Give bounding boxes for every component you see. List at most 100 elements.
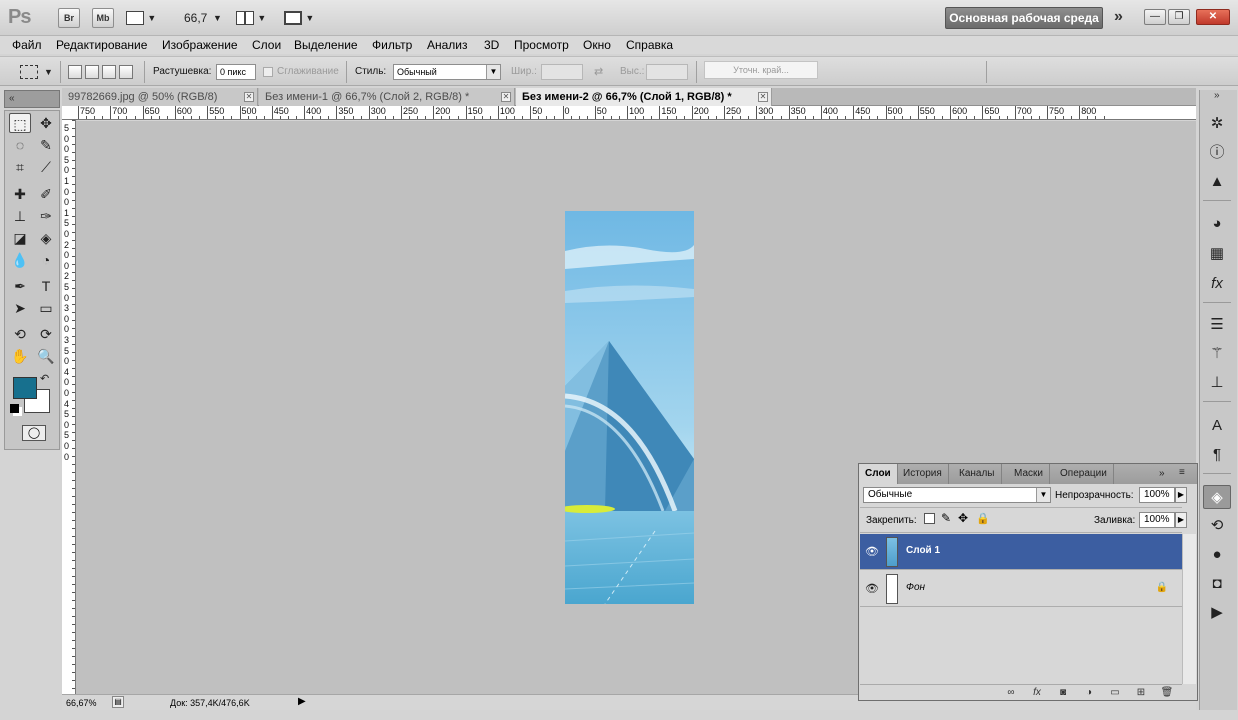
eye-icon[interactable]: 👁: [864, 581, 880, 597]
fill-input[interactable]: 100%: [1139, 512, 1175, 528]
menu-analysis[interactable]: Анализ: [427, 36, 468, 54]
tab-history[interactable]: История: [897, 464, 949, 484]
lock-pixels-icon[interactable]: ✎: [941, 511, 951, 525]
clone-source-icon[interactable]: ⊥: [1203, 371, 1231, 395]
arrange-documents-button[interactable]: ▼: [236, 10, 270, 26]
close-icon[interactable]: ✕: [244, 92, 254, 102]
height-input[interactable]: [646, 64, 688, 80]
quick-mask-button[interactable]: ◯: [22, 425, 46, 441]
paint-bucket-tool[interactable]: ◈: [35, 228, 57, 248]
tab-document-1[interactable]: 99782669.jpg @ 50% (RGB/8) ✕: [62, 88, 258, 106]
print-preview-icon[interactable]: ▤: [112, 696, 124, 708]
blur-tool[interactable]: 💧: [9, 250, 31, 270]
add-mask-icon[interactable]: ◙: [1054, 686, 1072, 700]
link-layers-icon[interactable]: ∞: [1002, 686, 1020, 700]
width-input[interactable]: [541, 64, 583, 80]
zoom-readout[interactable]: 66,67%: [66, 698, 97, 708]
antialias-checkbox[interactable]: [263, 67, 273, 77]
layer-row-layer-1[interactable]: 👁 Слой 1: [860, 534, 1182, 570]
dodge-tool[interactable]: ◔: [35, 250, 57, 270]
trash-icon[interactable]: 🗑: [1158, 686, 1176, 700]
menu-window[interactable]: Окно: [583, 36, 611, 54]
double-chevron-right-icon[interactable]: »: [1159, 468, 1165, 479]
marquee-preset-icon[interactable]: [20, 65, 38, 79]
close-icon[interactable]: ✕: [758, 92, 768, 102]
brush-tool[interactable]: ✐: [35, 184, 57, 204]
clone-stamp-tool[interactable]: ⊥: [9, 206, 31, 226]
eraser-tool[interactable]: ◪: [9, 228, 31, 248]
channels-icon[interactable]: ●: [1203, 543, 1231, 567]
info-icon[interactable]: ⓘ: [1203, 141, 1231, 165]
zoom-level[interactable]: 66,7: [184, 11, 207, 25]
subtract-selection-icon[interactable]: [102, 65, 116, 79]
layers-scrollbar[interactable]: [1182, 534, 1196, 684]
view-extras-button[interactable]: ▼: [126, 10, 160, 26]
menu-select[interactable]: Выделение: [294, 36, 358, 54]
path-selection-tool[interactable]: ➤: [9, 298, 31, 318]
lock-position-icon[interactable]: ✥: [958, 511, 968, 525]
add-selection-icon[interactable]: [85, 65, 99, 79]
quick-selection-tool[interactable]: ✎: [35, 135, 57, 155]
chevron-down-icon[interactable]: ▼: [213, 13, 222, 23]
lock-transparency-icon[interactable]: [924, 513, 935, 524]
workspace-switcher-button[interactable]: Основная рабочая среда: [945, 7, 1103, 29]
menu-image[interactable]: Изображение: [162, 36, 238, 54]
zoom-tool[interactable]: 🔍: [35, 346, 57, 366]
swatches-icon[interactable]: ▦: [1203, 242, 1231, 266]
layers-icon[interactable]: ◈: [1203, 485, 1231, 509]
brush-presets-icon[interactable]: ⚚: [1203, 342, 1231, 366]
layer-row-background[interactable]: 👁 Фон 🔒: [860, 571, 1182, 607]
panel-menu-icon[interactable]: ≡: [1179, 467, 1185, 478]
toolbox-header[interactable]: «: [4, 90, 60, 108]
adjustment-layer-icon[interactable]: ◑: [1080, 686, 1098, 700]
eye-icon[interactable]: 👁: [864, 544, 880, 560]
opacity-input[interactable]: 100%: [1139, 487, 1175, 503]
menu-3d[interactable]: 3D: [484, 36, 499, 54]
bridge-button[interactable]: Br: [58, 8, 80, 28]
styles-icon[interactable]: fx: [1203, 272, 1231, 296]
lasso-tool[interactable]: ◌: [9, 135, 31, 155]
hand-tool[interactable]: ✋: [9, 346, 31, 366]
new-layer-icon[interactable]: ⊞: [1132, 686, 1150, 700]
double-chevron-right-icon[interactable]: »: [1114, 8, 1123, 26]
default-colors-icon[interactable]: [10, 404, 19, 413]
crop-tool[interactable]: ⌗: [9, 157, 31, 177]
3d-rotate-tool[interactable]: ⟲: [9, 324, 31, 344]
actions-icon[interactable]: ▶: [1203, 601, 1231, 625]
history-brush-tool[interactable]: ✑: [35, 206, 57, 226]
status-menu-arrow-icon[interactable]: ▶: [298, 696, 306, 707]
foreground-color-swatch[interactable]: [13, 377, 37, 399]
navigator-icon[interactable]: ✲: [1203, 112, 1231, 136]
pen-tool[interactable]: ✒: [9, 276, 31, 296]
tab-actions[interactable]: Операции: [1054, 464, 1114, 484]
type-tool[interactable]: T: [35, 276, 57, 296]
lock-all-icon[interactable]: 🔒: [976, 512, 990, 525]
minimize-button[interactable]: —: [1144, 9, 1166, 25]
fill-slider-arrow-icon[interactable]: ▶: [1175, 512, 1187, 528]
refine-edge-button[interactable]: Уточн. край...: [704, 61, 818, 79]
history-icon[interactable]: ⟲: [1203, 514, 1231, 538]
menu-help[interactable]: Справка: [626, 36, 673, 54]
menu-view[interactable]: Просмотр: [514, 36, 569, 54]
tab-document-2[interactable]: Без имени-1 @ 66,7% (Слой 2, RGB/8) * ✕: [259, 88, 515, 106]
3d-orbit-tool[interactable]: ⟳: [35, 324, 57, 344]
move-tool[interactable]: ✥: [35, 113, 57, 133]
style-select[interactable]: Обычный ▼: [393, 64, 501, 80]
horizontal-ruler[interactable]: 750 700 650 600 550 500 450 400 350 300 250 200 150 1…: [62, 106, 1196, 120]
healing-brush-tool[interactable]: ✚: [9, 184, 31, 204]
screen-mode-button[interactable]: ▼: [284, 10, 318, 26]
adjustments-icon[interactable]: ☰: [1203, 313, 1231, 337]
tab-channels[interactable]: Каналы: [953, 464, 1002, 484]
vertical-ruler[interactable]: 50050100150200250300350400450500: [62, 120, 76, 694]
chevron-down-icon[interactable]: ▼: [44, 67, 53, 77]
blend-mode-select[interactable]: Обычные ▼: [863, 487, 1051, 503]
menu-layers[interactable]: Слои: [252, 36, 281, 54]
rectangular-marquee-tool[interactable]: ⬚: [9, 113, 31, 133]
new-group-icon[interactable]: ▭: [1106, 686, 1124, 700]
opacity-slider-arrow-icon[interactable]: ▶: [1175, 487, 1187, 503]
histogram-icon[interactable]: ▲: [1203, 170, 1231, 194]
swap-arrows-icon[interactable]: ⇄: [594, 65, 603, 78]
character-icon[interactable]: A: [1203, 414, 1231, 438]
tab-masks[interactable]: Маски: [1008, 464, 1050, 484]
double-chevron-right-icon[interactable]: »: [1214, 90, 1220, 101]
